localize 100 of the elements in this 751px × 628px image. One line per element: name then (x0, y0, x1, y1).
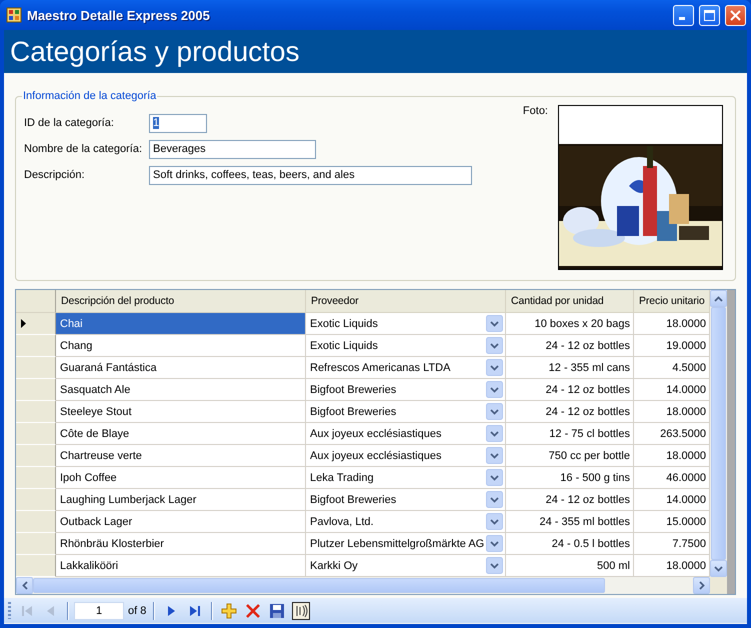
table-cell: 12 - 355 ml cans (506, 357, 634, 379)
table-cell: 24 - 12 oz bottles (506, 489, 634, 511)
table-cell: 7.7500 (634, 533, 710, 555)
next-record-icon (165, 604, 178, 616)
table-cell: 750 cc per bottle (506, 445, 634, 467)
scroll-right-button[interactable] (693, 577, 710, 594)
image-icon (292, 602, 310, 620)
combo-box[interactable]: Aux joyeux ecclésiastiques (306, 423, 506, 445)
table-cell: 18.0000 (634, 445, 710, 467)
group-title: Información de la categoría (22, 90, 158, 102)
table-cell: Sasquatch Ale (56, 379, 306, 401)
maximize-button[interactable] (699, 4, 720, 26)
table-cell: 14.0000 (634, 489, 710, 511)
table-cell: Guaraná Fantástica (56, 357, 306, 379)
horizontal-scrollbar[interactable] (16, 577, 710, 594)
combo-box[interactable]: Refrescos Americanas LTDA (306, 357, 506, 379)
photo-label: Foto: (522, 105, 548, 119)
scroll-down-button[interactable] (710, 560, 727, 577)
minimize-icon (678, 16, 684, 20)
dropdown-icon[interactable] (486, 381, 503, 398)
table-cell: 24 - 12 oz bottles (506, 401, 634, 423)
table-cell: Chang (56, 335, 306, 357)
table-cell: 263.5000 (634, 423, 710, 445)
combo-box[interactable]: Bigfoot Breweries (306, 489, 506, 511)
column-header[interactable]: Precio unitario (634, 290, 710, 313)
table-cell: Chai (56, 313, 306, 335)
dropdown-icon[interactable] (486, 425, 503, 442)
text-field[interactable]: Soft drinks, coffees, teas, beers, and ales (149, 166, 472, 184)
table-cell: Laughing Lumberjack Lager (56, 489, 306, 511)
scrollbar-corner (710, 577, 727, 594)
dropdown-icon[interactable] (486, 315, 503, 332)
table-cell: 4.5000 (634, 357, 710, 379)
field-label: Nombre de la categoría: (24, 143, 144, 155)
row-header[interactable] (16, 313, 56, 335)
field-label: ID de la categoría: (24, 117, 115, 129)
app-icon (6, 7, 22, 23)
text-field[interactable]: Beverages (149, 140, 316, 158)
dropdown-icon[interactable] (486, 557, 503, 574)
delete-icon (245, 602, 262, 618)
text-field[interactable]: 1 (149, 114, 207, 132)
table-cell: 46.0000 (634, 467, 710, 489)
image-button[interactable] (290, 600, 312, 622)
vertical-scrollbar[interactable] (710, 290, 727, 577)
table-cell: 19.0000 (634, 335, 710, 357)
table-cell: 15.0000 (634, 511, 710, 533)
table-cell: Outback Lager (56, 511, 306, 533)
last-record-icon (189, 604, 202, 616)
dropdown-icon[interactable] (486, 337, 503, 354)
combo-box[interactable]: Aux joyeux ecclésiastiques (306, 445, 506, 467)
field-label: Descripción: (24, 169, 86, 181)
table-cell: 16 - 500 g tins (506, 467, 634, 489)
table-cell: Lakkalikööri (56, 555, 306, 577)
table-cell: Steeleye Stout (56, 401, 306, 423)
column-header[interactable]: Descripción del producto (56, 290, 306, 313)
table-cell: Rhönbräu Klosterbier (56, 533, 306, 555)
scroll-thumb[interactable] (711, 307, 726, 560)
dropdown-icon[interactable] (486, 491, 503, 508)
combo-box[interactable]: Pavlova, Ltd. (306, 511, 506, 533)
minimize-button[interactable] (673, 4, 694, 26)
combo-box[interactable]: Karkki Oy (306, 555, 506, 577)
previous-record-icon (45, 604, 57, 616)
first-record-icon (21, 604, 33, 616)
table-cell: 10 boxes x 20 bags (506, 313, 634, 335)
table-cell: 24 - 12 oz bottles (506, 379, 634, 401)
scroll-left-button[interactable] (16, 577, 33, 594)
dropdown-icon[interactable] (486, 447, 503, 464)
window-title: Maestro Detalle Express 2005 (27, 8, 211, 22)
table-cell: 18.0000 (634, 555, 710, 577)
combo-box[interactable]: Bigfoot Breweries (306, 379, 506, 401)
table-cell: Ipoh Coffee (56, 467, 306, 489)
position-field[interactable]: 1 (74, 602, 124, 620)
plus-icon (221, 602, 238, 618)
table-cell: 12 - 75 cl bottles (506, 423, 634, 445)
combo-box[interactable]: Exotic Liquids (306, 335, 506, 357)
dropdown-icon[interactable] (486, 359, 503, 376)
save-icon (269, 602, 286, 618)
column-header[interactable]: Proveedor (306, 290, 506, 313)
combo-box[interactable]: Exotic Liquids (306, 313, 506, 335)
table-cell: 500 ml (506, 555, 634, 577)
table-cell: Côte de Blaye (56, 423, 306, 445)
combo-box[interactable]: Leka Trading (306, 467, 506, 489)
dropdown-icon[interactable] (486, 469, 503, 486)
column-header[interactable]: Cantidad por unidad (506, 290, 634, 313)
dropdown-icon[interactable] (486, 535, 503, 552)
table-cell: Chartreuse verte (56, 445, 306, 467)
close-button[interactable] (725, 4, 746, 26)
record-count: of 8 (127, 604, 148, 616)
close-icon (730, 10, 741, 20)
dropdown-icon[interactable] (486, 403, 503, 420)
scroll-up-button[interactable] (710, 290, 727, 307)
table-cell: 24 - 0.5 l bottles (506, 533, 634, 555)
maximize-icon (704, 10, 715, 20)
page-heading: Categorías y productos (10, 36, 300, 68)
dropdown-icon[interactable] (486, 513, 503, 530)
table-cell: 14.0000 (634, 379, 710, 401)
current-row-icon (21, 319, 26, 328)
combo-box[interactable]: Bigfoot Breweries (306, 401, 506, 423)
table-cell: 24 - 355 ml bottles (506, 511, 634, 533)
scroll-thumb[interactable] (33, 578, 605, 593)
combo-box[interactable]: Plutzer Lebensmittelgroßmärkte AG (306, 533, 506, 555)
